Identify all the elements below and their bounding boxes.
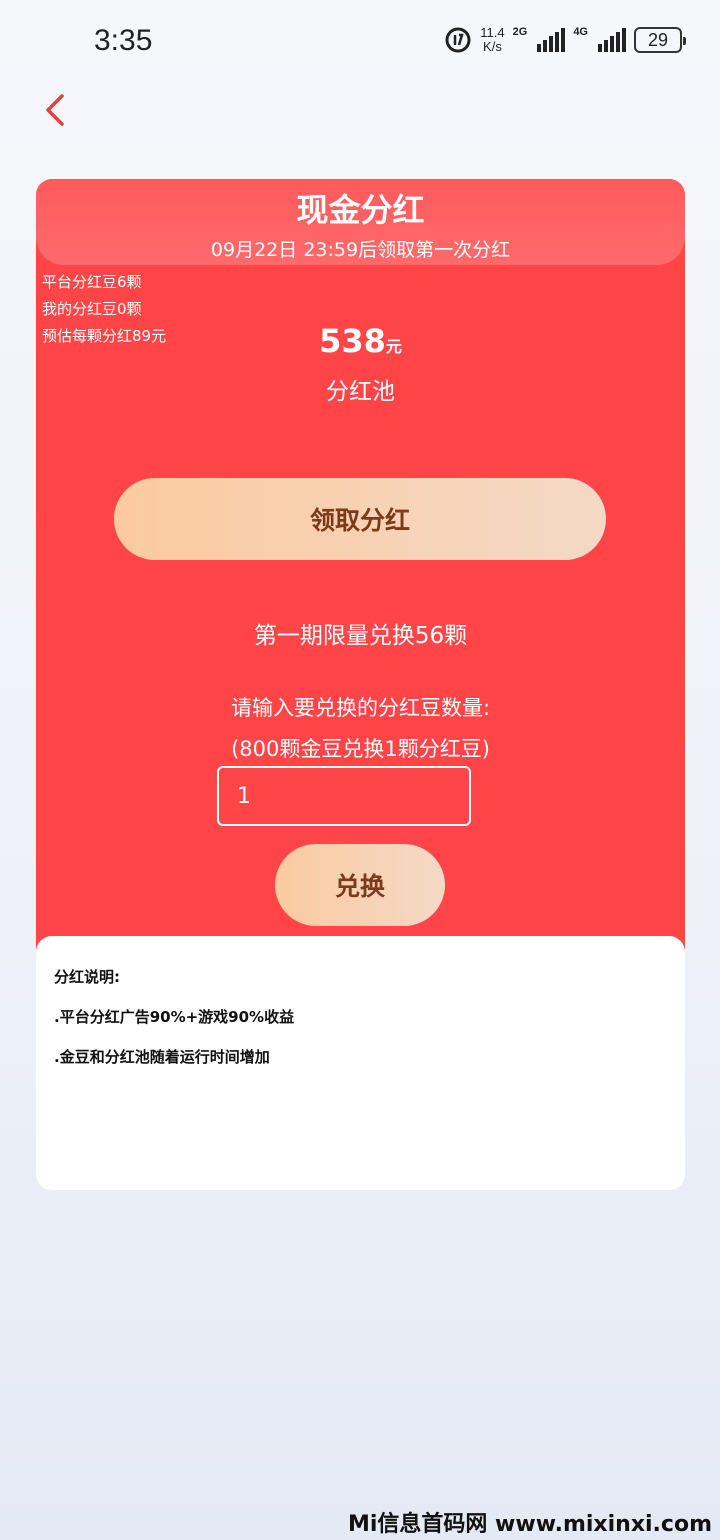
data-saver-icon	[444, 26, 472, 54]
speed-value: 11.4	[480, 25, 505, 40]
card-title: 现金分红	[296, 191, 425, 229]
battery-level: 29	[647, 29, 669, 50]
claim-dividend-button[interactable]: 领取分红	[114, 478, 606, 560]
pool-amount-unit: 元	[385, 337, 402, 356]
platform-beans-text: 平台分红豆6颗	[42, 273, 142, 291]
status-bar: 3:35 11.4 K/s 2G 4G 29	[0, 0, 720, 86]
signal-icon	[598, 28, 626, 52]
my-beans-text: 我的分红豆0颗	[42, 300, 142, 318]
explanation-title: 分红说明:	[54, 968, 120, 986]
exchange-button[interactable]: 兑换	[275, 844, 445, 926]
card-subtitle: 09月22日 23:59后领取第一次分红	[210, 239, 511, 261]
quantity-input[interactable]	[217, 766, 471, 826]
explanation-line: .金豆和分红池随着运行时间增加	[54, 1048, 270, 1066]
signal-icon	[537, 28, 566, 52]
explanation-line: .平台分红广告90%+游戏90%收益	[54, 1008, 295, 1026]
pool-amount-value: 538	[319, 322, 386, 360]
dividend-card: 现金分红 09月22日 23:59后领取第一次分红 平台分红豆6颗 我的分红豆0…	[36, 179, 685, 969]
explanation-card: 分红说明: .平台分红广告90%+游戏90%收益 .金豆和分红池随着运行时间增加	[36, 936, 685, 1190]
exchange-prompt: 请输入要兑换的分红豆数量:	[230, 696, 491, 720]
pool-amount: 538元	[36, 322, 685, 360]
watermark: Mi信息首码网 www.mixinxi.com	[347, 1512, 712, 1537]
status-icons: 11.4 K/s 2G 4G 29	[444, 26, 686, 54]
speed-unit: K/s	[483, 39, 502, 54]
exchange-rate-text: (800颗金豆兑换1颗分红豆)	[231, 737, 490, 761]
back-button[interactable]	[38, 90, 78, 130]
card-header: 现金分红 09月22日 23:59后领取第一次分红	[36, 179, 685, 265]
network-type-1: 2G	[512, 26, 528, 38]
battery-icon: 29	[634, 27, 686, 53]
network-type-2: 4G	[573, 26, 588, 38]
limit-text: 第一期限量兑换56颗	[253, 623, 468, 649]
pool-label: 分红池	[326, 379, 395, 405]
network-speed: 11.4 K/s	[480, 26, 504, 54]
status-time: 3:35	[94, 24, 153, 57]
back-arrow-icon	[46, 94, 64, 126]
